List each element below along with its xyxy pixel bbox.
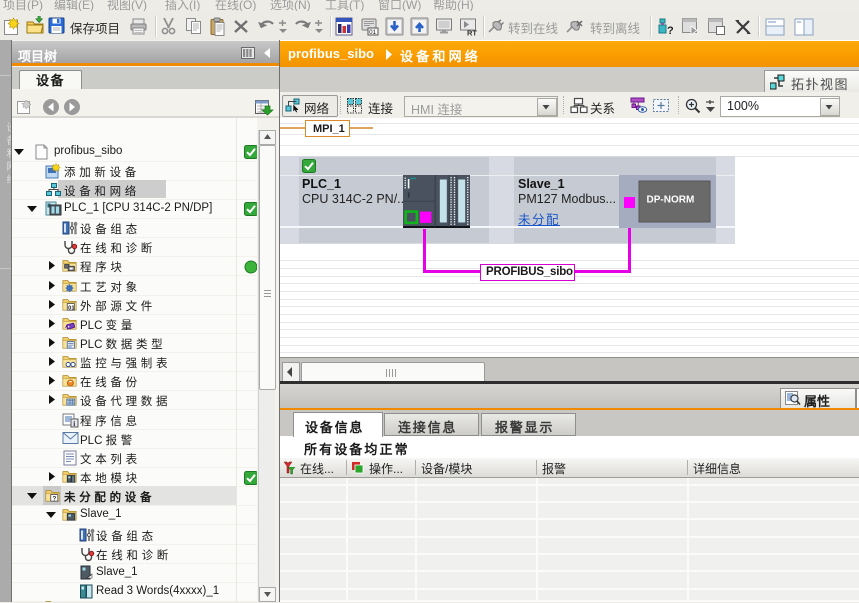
svg-text:?: ? bbox=[53, 496, 57, 503]
svg-text:01: 01 bbox=[68, 305, 75, 311]
svg-text:?: ? bbox=[667, 25, 674, 37]
svg-text:RT: RT bbox=[467, 29, 477, 38]
svg-text:DP-NORM: DP-NORM bbox=[647, 195, 695, 206]
svg-text:01: 01 bbox=[369, 30, 376, 36]
svg-text:i: i bbox=[73, 419, 75, 427]
